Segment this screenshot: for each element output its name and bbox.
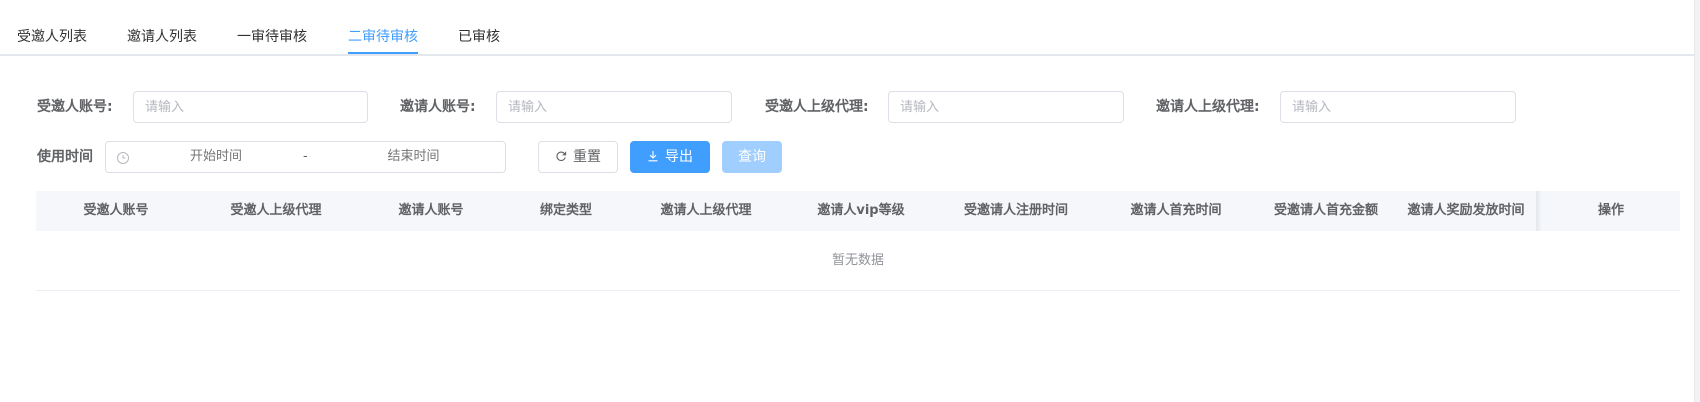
column-header-invitee-first-recharge-amount: 受邀请人首充金额 [1273,203,1378,218]
reset-button[interactable]: 重置 [538,141,618,173]
column-header-inviter-superior-agent: 邀请人上级代理 [660,203,752,218]
inviter-account-label: 邀请人账号: [400,99,476,115]
invitee-account-label: 受邀人账号: [37,99,113,115]
column-header-inviter-vip-level: 邀请人vip等级 [817,203,905,218]
clock-icon [117,152,129,164]
tab-bar: 受邀人列表 邀请人列表 一审待审核 二审待审核 已审核 [0,0,1694,56]
download-icon [648,150,658,161]
refresh-icon [556,151,567,161]
invitee-superior-agent-label: 受邀人上级代理: [765,99,869,115]
page: 受邀人列表 邀请人列表 一审待审核 二审待审核 已审核 受邀人账号: 邀请人账号… [0,0,1700,402]
column-header-actions: 操作 [1597,203,1624,218]
tab-invitee-list[interactable]: 受邀人列表 [17,27,87,47]
tab-reviewed[interactable]: 已审核 [458,27,500,47]
inviter-account-input[interactable] [496,91,732,123]
column-header-inviter-first-recharge-time: 邀请人首充时间 [1130,203,1222,218]
inviter-superior-agent-input[interactable] [1280,91,1516,123]
invitee-account-input[interactable] [133,91,368,123]
data-table: 受邀人账号 受邀人上级代理 邀请人账号 绑定类型 邀请人上级代理 邀请人vip等… [36,191,1680,291]
tab-second-review-pending[interactable]: 二审待审核 [348,27,418,47]
invitee-superior-agent-input[interactable] [888,91,1124,123]
tab-inviter-list[interactable]: 邀请人列表 [127,27,197,47]
column-header-invitee-superior-agent: 受邀人上级代理 [230,203,322,218]
column-header-inviter-reward-time: 邀请人奖励发放时间 [1407,203,1525,218]
export-button[interactable]: 导出 [630,141,710,173]
end-time-input[interactable] [321,142,506,172]
inviter-superior-agent-label: 邀请人上级代理: [1156,99,1260,115]
tab-first-review-pending[interactable]: 一审待审核 [237,27,307,47]
active-tab-indicator [348,52,418,54]
empty-state-text: 暂无数据 [831,253,884,268]
query-button[interactable]: 查询 [722,141,782,173]
column-header-inviter-account: 邀请人账号 [398,203,464,218]
reset-button-label: 重置 [573,149,601,165]
column-header-invitee-register-time: 受邀请人注册时间 [963,203,1068,218]
column-header-invitee-account: 受邀人账号 [83,203,149,218]
table-header: 受邀人账号 受邀人上级代理 邀请人账号 绑定类型 邀请人上级代理 邀请人vip等… [36,191,1680,231]
column-header-binding-type: 绑定类型 [539,203,592,218]
use-time-label: 使用时间 [37,149,93,165]
use-time-range-picker[interactable]: - [105,141,506,173]
page-scrollbar-track[interactable] [1694,0,1700,402]
table-body: 暂无数据 [36,231,1680,291]
export-button-label: 导出 [665,149,693,165]
start-time-input[interactable] [136,142,296,172]
range-separator: - [303,149,308,164]
